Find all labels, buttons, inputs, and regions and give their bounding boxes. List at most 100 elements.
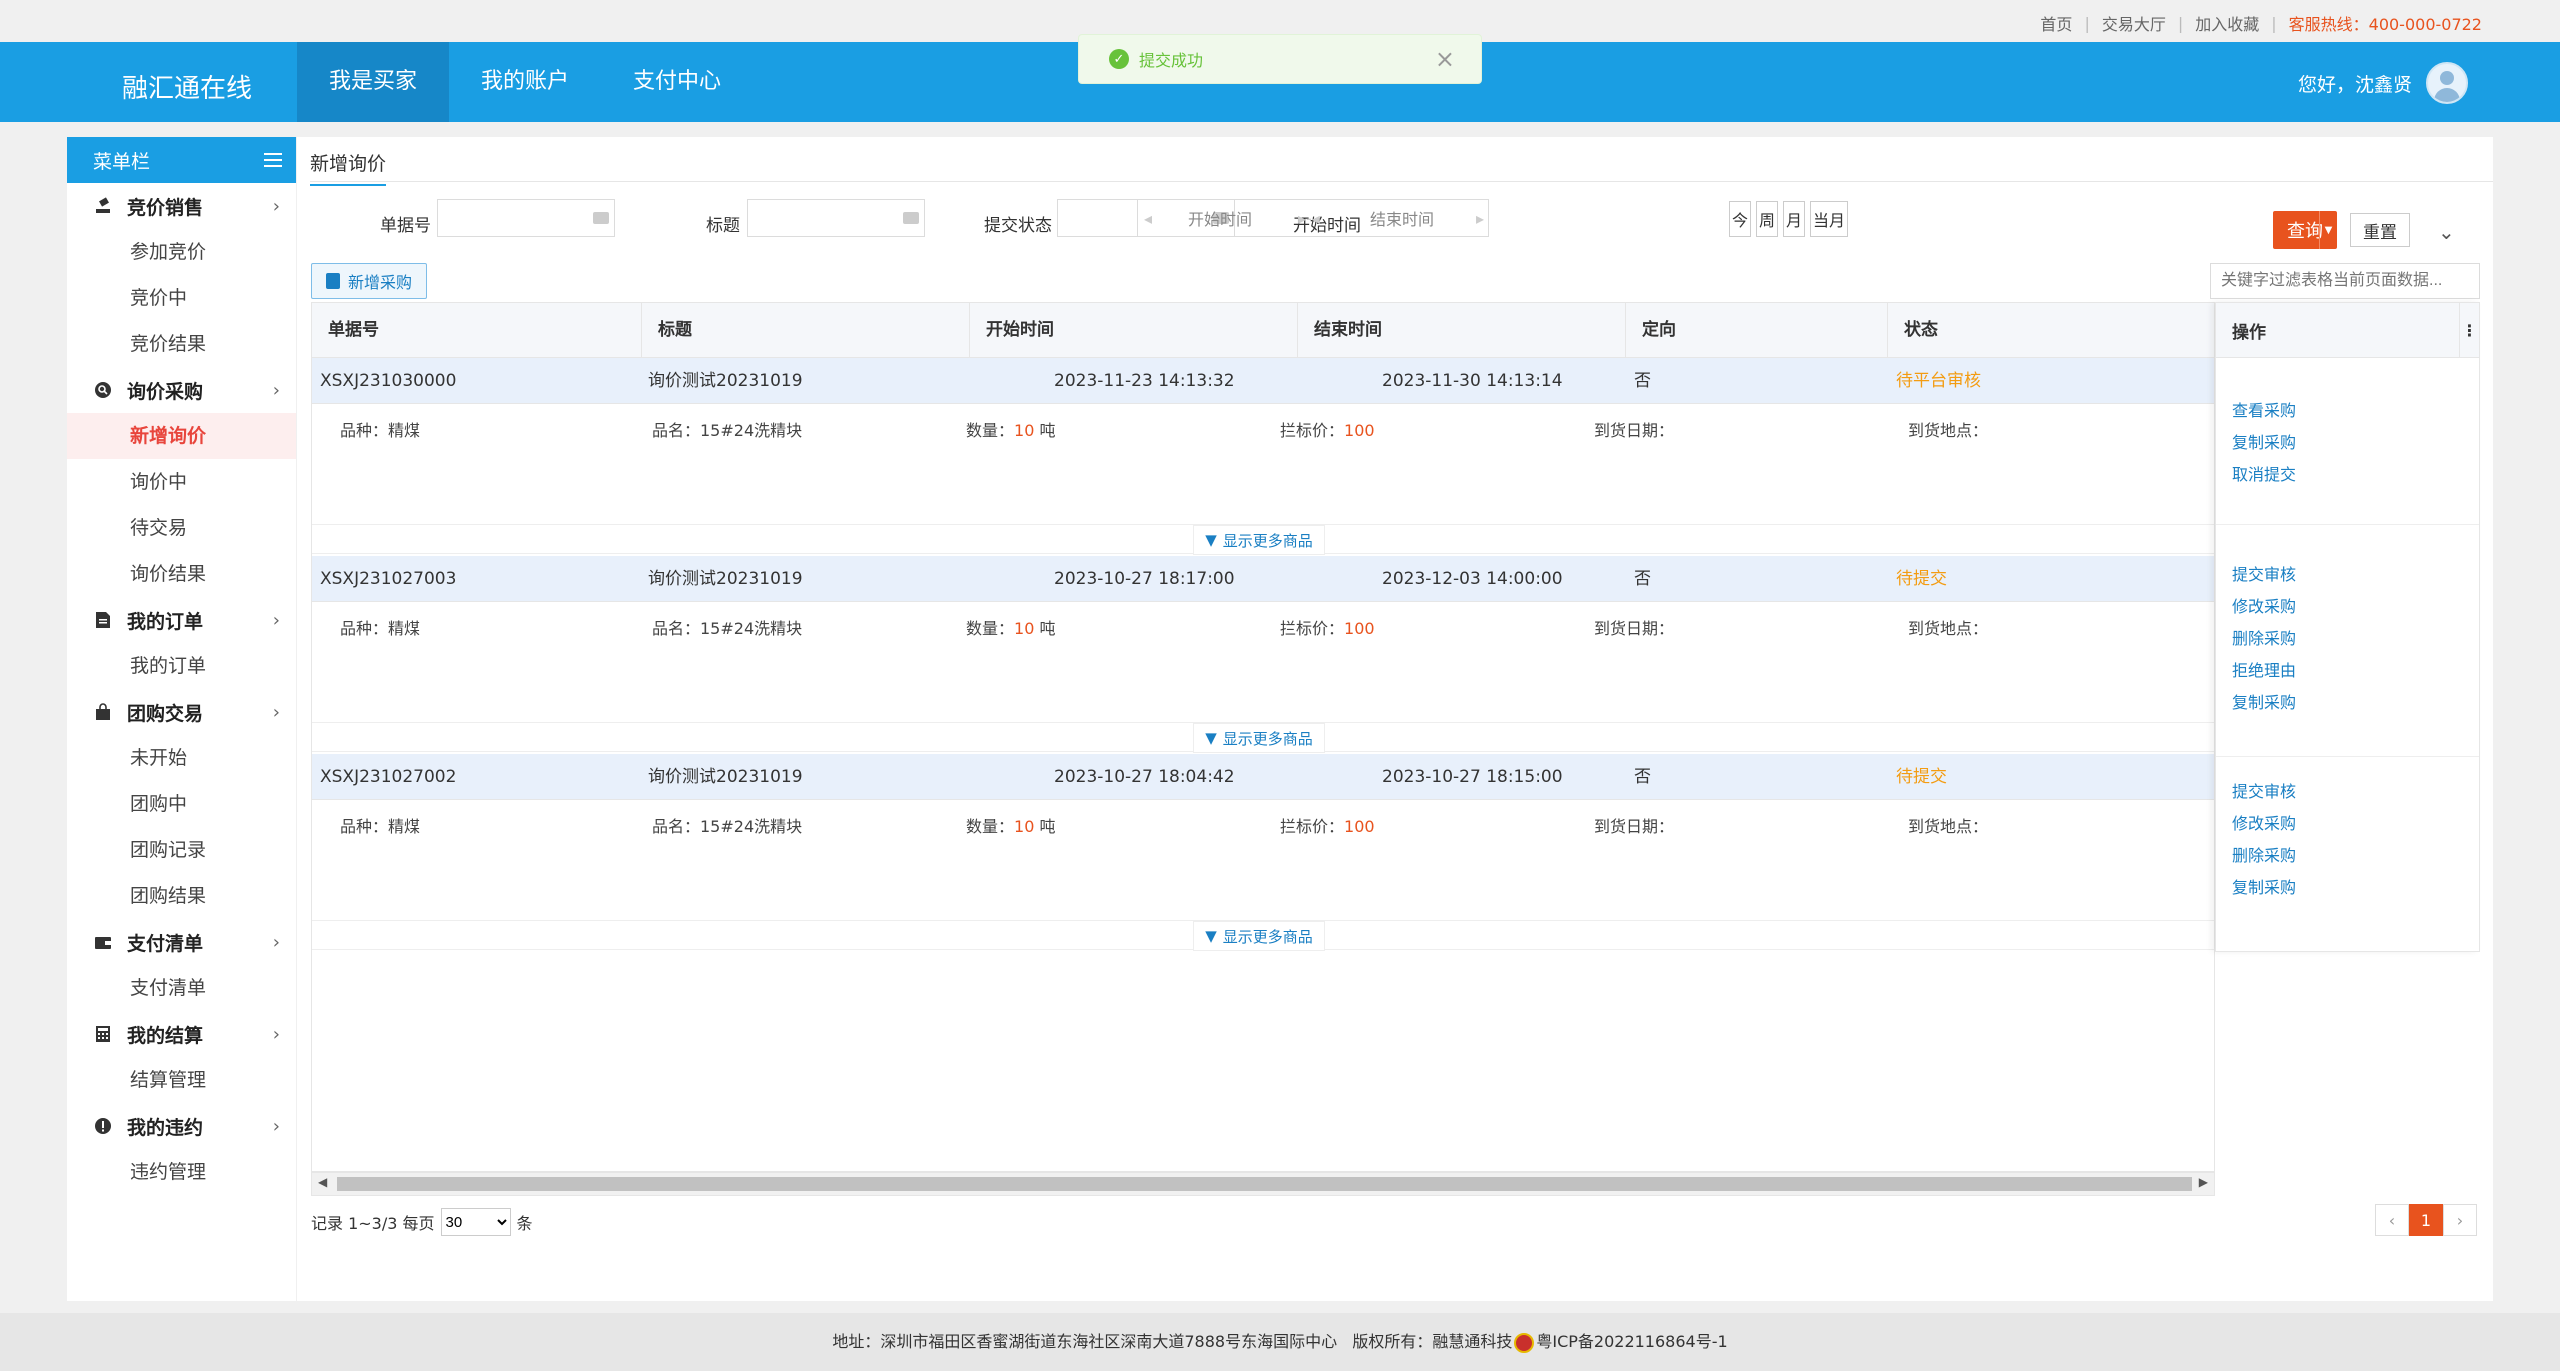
quick-current-month-button[interactable]: 当月 [1810,201,1848,237]
copy-purchase-link[interactable]: 复制采购 [2216,687,2479,719]
show-more-button[interactable]: ▼ 显示更多商品 [1193,921,1325,951]
page-1-button[interactable]: 1 [2409,1204,2443,1236]
success-toast: ✓ 提交成功 × [1078,34,1482,84]
edit-purchase-link[interactable]: 修改采购 [2216,808,2479,840]
double-chevron-down-icon[interactable]: ⌄ [2438,220,2455,244]
show-more-button[interactable]: ▼ 显示更多商品 [1193,525,1325,555]
table-row[interactable]: XSXJ231027003 询价测试20231019 2023-10-27 18… [312,556,2214,602]
quick-month-button[interactable]: 月 [1783,201,1805,237]
nav-buyer[interactable]: 我是买家 [297,42,450,122]
scroll-left-icon[interactable]: ◀ [318,1175,327,1189]
reject-reason-link[interactable]: 拒绝理由 [2216,655,2479,687]
copy-purchase-link[interactable]: 复制采购 [2216,427,2479,459]
sidebar-group-bidding-sales[interactable]: 竞价销售 › [67,183,296,229]
footer-address: 地址：深圳市福田区香蜜湖街道东海社区深南大道7888号东海国际中心 [832,1332,1338,1351]
quick-week-button[interactable]: 周 [1756,201,1778,237]
sidebar-item-group-records[interactable]: 团购记录 [67,827,296,873]
sidebar-item-settlement-management[interactable]: 结算管理 [67,1057,296,1103]
row-start-time: 2023-10-27 18:04:42 [1054,767,1235,787]
show-more-button[interactable]: ▼ 显示更多商品 [1193,723,1325,753]
doc-no-input[interactable] [437,199,615,237]
prev-page-button[interactable]: ‹ [2375,1204,2409,1236]
chevron-right-icon: › [272,380,280,401]
quick-today-button[interactable]: 今 [1729,201,1751,237]
submit-review-link[interactable]: 提交审核 [2216,559,2479,591]
page-size-unit: 条 [516,1214,533,1233]
cancel-submit-link[interactable]: 取消提交 [2216,459,2479,491]
col-title[interactable]: 标题 [642,303,970,358]
detail-arrive-date: 到货日期： [1594,619,1675,638]
sidebar-group-my-settlement[interactable]: 我的结算 › [67,1011,296,1057]
detail-name: 品名：15#24洗精块 [652,619,803,638]
home-link[interactable]: 首页 [2040,11,2072,35]
sidebar-item-group-results[interactable]: 团购结果 [67,873,296,919]
sidebar-group-my-orders[interactable]: 我的订单 › [67,597,296,643]
next-page-button[interactable]: › [2443,1204,2477,1236]
trading-hall-link[interactable]: 交易大厅 [2102,11,2166,35]
sidebar-item-group-buying[interactable]: 团购中 [67,781,296,827]
caret-down-icon[interactable]: ▼ [2319,211,2337,249]
footer-icp[interactable]: 粤ICP备2022116864号-1 [1536,1332,1727,1351]
sidebar-group-payment-list[interactable]: 支付清单 › [67,919,296,965]
col-doc-no[interactable]: 单据号 [312,303,642,358]
scrollbar-thumb[interactable] [337,1177,2192,1191]
sidebar-item-inquiring[interactable]: 询价中 [67,459,296,505]
add-favorite-link[interactable]: 加入收藏 [2195,11,2259,35]
input-clear-icon [593,212,609,224]
brand-logo-text[interactable]: 融汇通在线 [122,68,252,105]
col-end-time[interactable]: 结束时间 [1298,303,1626,358]
nav-my-account[interactable]: 我的账户 [449,42,601,122]
keyword-filter-input[interactable] [2210,263,2480,299]
edit-purchase-link[interactable]: 修改采购 [2216,591,2479,623]
chevron-right-icon: › [272,702,280,723]
detail-price: 拦标价：100 [1280,619,1375,638]
scroll-right-icon[interactable]: ▶ [2199,1175,2208,1189]
tab-new-inquiry[interactable]: 新增询价 [310,149,387,186]
col-start-time[interactable]: 开始时间 [970,303,1298,358]
copy-purchase-link[interactable]: 复制采购 [2216,872,2479,904]
start-date-input[interactable]: 开始时间 [1188,206,1252,230]
chevron-right-icon: › [272,610,280,631]
sidebar-item-join-bidding[interactable]: 参加竞价 [67,229,296,275]
reset-button[interactable]: 重置 [2350,213,2410,247]
close-icon[interactable]: × [1435,45,1455,73]
edit-icon [325,273,340,289]
menu-toggle-icon[interactable] [264,153,282,167]
sidebar-item-new-inquiry[interactable]: 新增询价 [67,413,296,459]
sidebar-item-payment-list[interactable]: 支付清单 [67,965,296,1011]
avatar[interactable] [2426,62,2468,104]
end-date-input[interactable]: 结束时间 [1370,206,1434,230]
sidebar-item-inquiry-results[interactable]: 询价结果 [67,551,296,597]
delete-purchase-link[interactable]: 删除采购 [2216,840,2479,872]
sidebar-group-my-default[interactable]: 我的违约 › [67,1103,296,1149]
sidebar-item-not-started[interactable]: 未开始 [67,735,296,781]
table-row[interactable]: XSXJ231027002 询价测试20231019 2023-10-27 18… [312,754,2214,800]
sidebar-item-bidding-results[interactable]: 竞价结果 [67,321,296,367]
row-end-time: 2023-10-27 18:15:00 [1382,767,1563,787]
add-purchase-button[interactable]: 新增采购 [311,263,427,299]
submit-review-link[interactable]: 提交审核 [2216,776,2479,808]
table-row[interactable]: XSXJ231030000 询价测试20231019 2023-11-23 14… [312,358,2214,404]
nav-payment-center[interactable]: 支付中心 [601,42,753,122]
sidebar-item-default-management[interactable]: 违约管理 [67,1149,296,1195]
delete-purchase-link[interactable]: 删除采购 [2216,623,2479,655]
row-actions: 查看采购 复制采购 取消提交 [2216,385,2479,525]
sidebar-group-group-buy[interactable]: 团购交易 › [67,689,296,735]
page-size-select[interactable]: 30 [440,1208,511,1236]
col-directed[interactable]: 定向 [1626,303,1888,358]
sidebar-item-my-orders[interactable]: 我的订单 [67,643,296,689]
sidebar-group-inquiry-purchase[interactable]: 询价采购 › [67,367,296,413]
records-text: 记录 1~3/3 每页 [311,1214,435,1233]
title-input[interactable] [747,199,925,237]
more-vertical-icon[interactable]: ⋮ [2459,303,2479,358]
date-range-picker[interactable]: ◂ 开始时间 ▸-◂ 结束时间 ▸ [1137,199,1489,237]
sidebar-item-bidding[interactable]: 竞价中 [67,275,296,321]
horizontal-scrollbar[interactable]: ◀ ▶ [311,1172,2215,1196]
chevron-right-icon: › [272,1116,280,1137]
col-status[interactable]: 状态 [1888,303,2214,358]
sidebar-menu: 菜单栏 竞价销售 › 参加竞价 竞价中 竞价结果 询价采购 › 新增询价 询价中 待… [67,137,296,1301]
sidebar-item-pending-trade[interactable]: 待交易 [67,505,296,551]
search-button[interactable]: 查询 ▼ [2273,211,2337,249]
view-purchase-link[interactable]: 查看采购 [2216,395,2479,427]
operations-column: 操作 ⋮ 查看采购 复制采购 取消提交 提交审核 修改采购 删除采购 拒绝理由 … [2215,302,2480,952]
